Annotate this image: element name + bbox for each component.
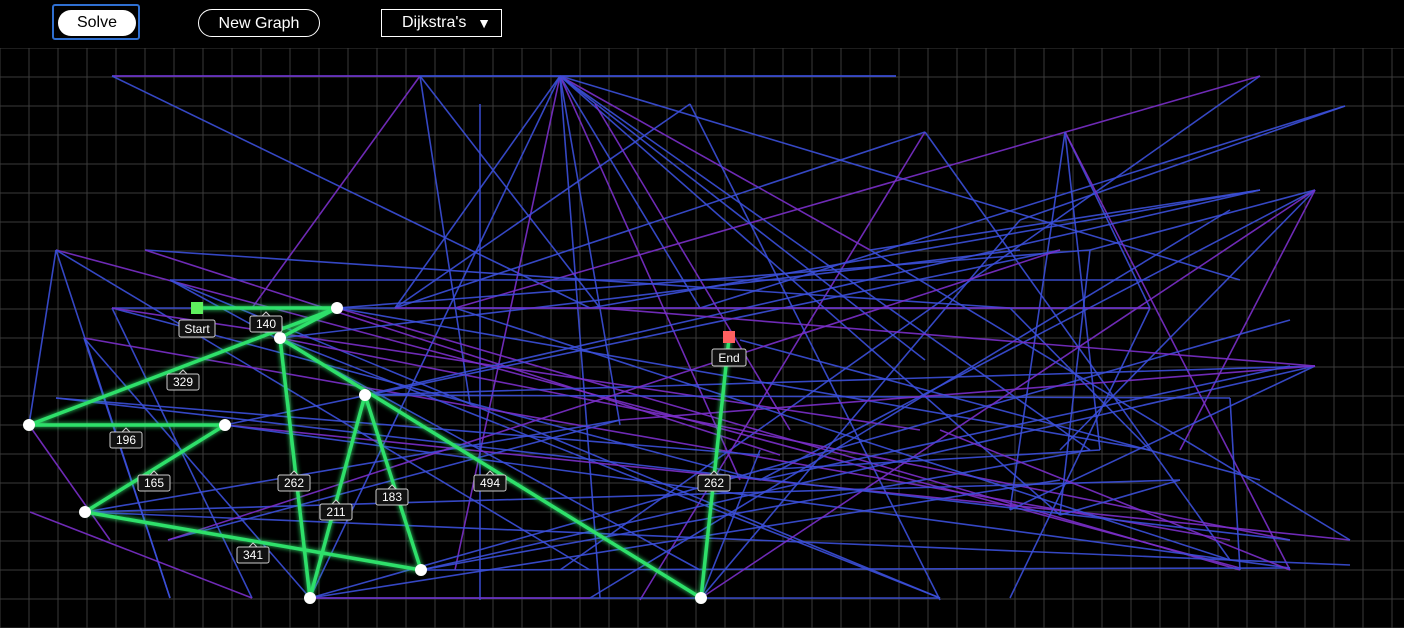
grid [0, 48, 1404, 628]
graph-edge [1229, 397, 1241, 571]
end-node[interactable]: End [711, 331, 747, 367]
graph-node[interactable] [23, 419, 35, 431]
solve-button-focus-ring[interactable]: Solve [52, 4, 140, 40]
edge-weight-text: 262 [284, 476, 304, 490]
edge-weight-text: 494 [480, 476, 500, 490]
graph-edge [1059, 189, 1316, 451]
graph-edge [939, 429, 1291, 571]
edge-weight-label: 183 [375, 484, 409, 506]
edge-weight-text: 262 [704, 476, 724, 490]
edge-weight-text: 196 [116, 433, 136, 447]
edge-weight-text: 211 [326, 505, 345, 519]
graph-edge [394, 131, 926, 309]
graph-node[interactable] [219, 419, 231, 431]
graph-node[interactable] [331, 302, 343, 314]
algorithm-select[interactable]: Dijkstra's ▼ [381, 9, 502, 37]
edge-weight-label: 329 [166, 369, 200, 391]
graph-edge [251, 75, 421, 309]
graph-node[interactable] [274, 332, 286, 344]
graph-edge [559, 75, 871, 251]
toolbar: Solve New Graph Dijkstra's ▼ [0, 0, 1404, 48]
edge-weight-text: 165 [144, 476, 164, 490]
graph-edge [1064, 131, 1101, 451]
algorithm-select-value: Dijkstra's [402, 14, 467, 31]
chevron-down-icon: ▼ [477, 15, 491, 31]
graph-node[interactable] [304, 592, 316, 604]
graph-edge [1009, 365, 1316, 511]
solve-button[interactable]: Solve [58, 10, 136, 36]
graph-edge [454, 307, 1231, 561]
graph-edge [336, 249, 1091, 309]
edge-weight-text: 341 [243, 548, 263, 562]
graph-edge [29, 511, 253, 599]
edge-weight-text: 183 [382, 490, 402, 504]
edge-weight-label: 211 [319, 499, 353, 521]
edge-weight-text: 140 [256, 317, 276, 331]
graph-edge [279, 249, 1021, 339]
graph-node[interactable] [415, 564, 427, 576]
graph-canvas[interactable]: 140 329 196 165 262 211 183 494 262 341 Start End [0, 48, 1404, 628]
graph-edge [420, 449, 1091, 571]
graph-node[interactable] [359, 389, 371, 401]
graph-edge [1059, 249, 1091, 516]
end-label: End [718, 351, 739, 365]
edge-weight-label: 165 [137, 470, 171, 492]
graph-node[interactable] [695, 592, 707, 604]
graph-node[interactable] [79, 506, 91, 518]
new-graph-button[interactable]: New Graph [198, 9, 320, 37]
edge-weight-text: 329 [173, 375, 193, 389]
start-label: Start [184, 322, 210, 336]
graph-edge [594, 103, 791, 431]
